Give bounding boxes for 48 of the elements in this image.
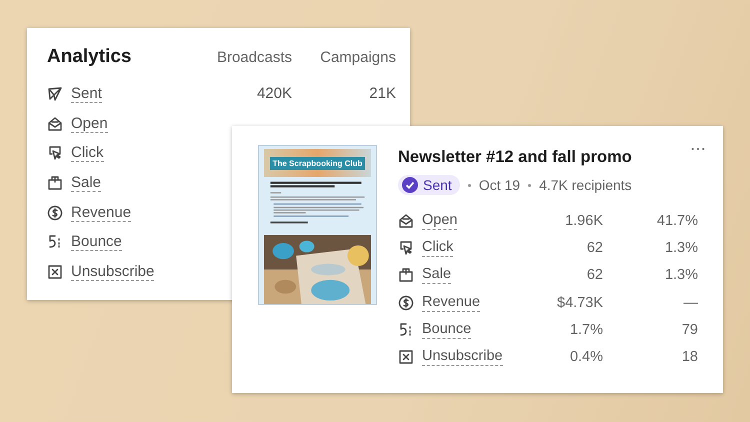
x-box-icon xyxy=(47,264,63,280)
cursor-icon xyxy=(47,145,63,162)
status-badge: Sent xyxy=(398,175,460,195)
metric-label[interactable]: Click xyxy=(71,144,104,162)
metric-value: $4.73K xyxy=(556,294,603,311)
metric-value: 79 xyxy=(680,322,698,338)
metric-label[interactable]: Sale xyxy=(422,266,452,284)
metric-label[interactable]: Revenue xyxy=(71,204,132,222)
metric-label[interactable]: Click xyxy=(422,238,454,257)
metric-value: 62 xyxy=(586,267,603,284)
card-title: Analytics xyxy=(47,46,132,68)
metric-label[interactable]: Open xyxy=(422,212,458,230)
column-header: Broadcasts xyxy=(216,48,292,66)
paper-plane-icon xyxy=(47,86,63,102)
metric-value: — xyxy=(682,294,698,311)
dollar-icon xyxy=(47,204,63,221)
metric-label[interactable]: Open xyxy=(71,114,108,133)
metric-value: 1.7% xyxy=(568,322,603,338)
metric-value: 41.7% xyxy=(656,212,698,229)
metric-value: 1.3% xyxy=(664,267,698,284)
metric-value: 1.3% xyxy=(664,240,698,256)
metric-label[interactable]: Bounce xyxy=(422,320,472,339)
metric-label[interactable]: Unsubscribe xyxy=(422,348,503,366)
cursor-icon xyxy=(398,240,414,256)
bag-icon xyxy=(47,174,63,191)
send-date: Oct 19 xyxy=(478,177,520,193)
metric-value: 18 xyxy=(680,349,698,366)
metric-value: 420K xyxy=(256,85,292,102)
metric-value: 62 xyxy=(586,240,603,256)
x-box-icon xyxy=(398,349,414,366)
envelope-icon xyxy=(398,212,414,229)
broadcast-title: Newsletter #12 and fall promo xyxy=(398,148,632,167)
metric-value: 21K xyxy=(368,85,396,102)
dollar-icon xyxy=(398,294,414,311)
envelope-icon xyxy=(47,116,63,132)
check-icon xyxy=(402,177,418,193)
metric-label[interactable]: Unsubscribe xyxy=(71,262,154,281)
newsletter-heading: The Scrapbooking Club xyxy=(270,156,366,170)
more-icon[interactable] xyxy=(691,147,705,151)
column-header: Campaigns xyxy=(319,48,396,66)
metric-value: 1.96K xyxy=(564,212,603,229)
metric-label[interactable]: Bounce xyxy=(71,233,122,252)
bag-icon xyxy=(398,267,414,284)
metric-label[interactable]: Revenue xyxy=(422,294,480,312)
metric-label[interactable]: Sale xyxy=(71,174,102,192)
metric-value: 0.4% xyxy=(568,349,603,366)
metric-label[interactable]: Sent xyxy=(71,84,102,103)
recipient-count: 4.7K recipients xyxy=(539,177,632,193)
